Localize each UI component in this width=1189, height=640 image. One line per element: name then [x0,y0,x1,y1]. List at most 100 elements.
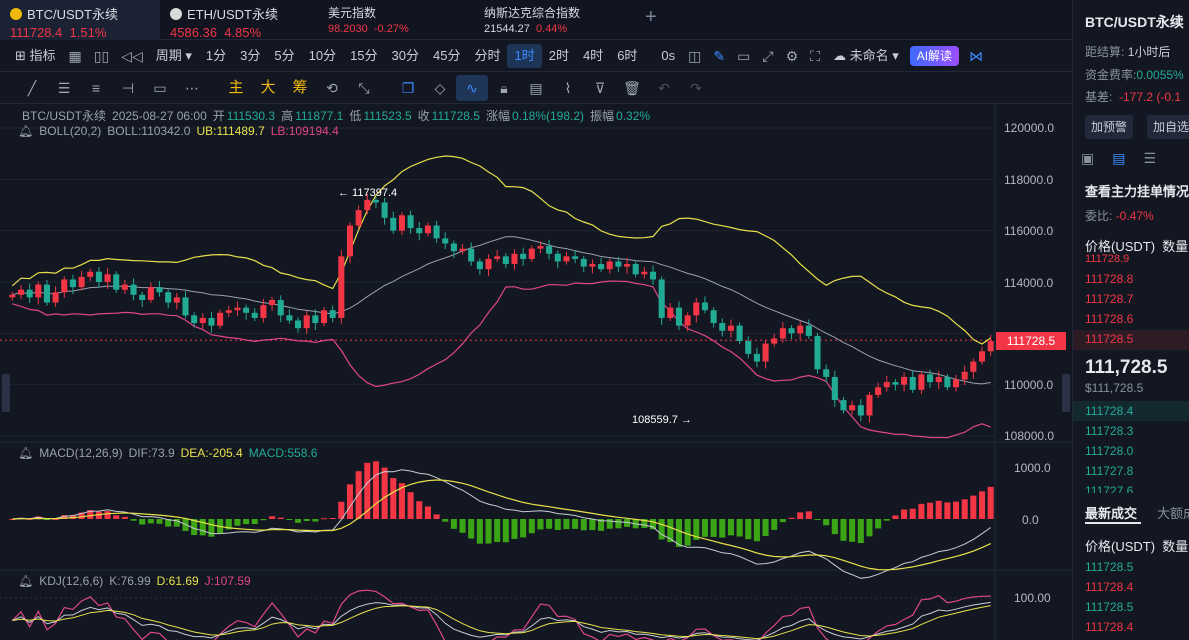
low-value: 111523.5 [363,109,412,123]
interval-2h[interactable]: 2时 [542,44,576,68]
main-force-button[interactable]: 主 [220,75,252,101]
left-scroll-handle[interactable] [2,374,10,412]
share-icon[interactable]: ⋈ [963,44,989,68]
fib-lines-icon[interactable]: ≡ [80,75,112,101]
trash-icon[interactable]: 🗑︎ [616,75,648,101]
bid-row[interactable]: 111727.8 [1085,464,1133,478]
candle-body [442,238,449,244]
boll-legend: 🔔︎ BOLL(20,2) BOLL:110342.0 UB:111489.7 LB:1… [18,124,345,138]
close-value: 111728.5 [431,109,480,123]
depth-title[interactable]: 查看主力挂单情况 [1085,181,1189,200]
magnet-icon[interactable]: ∿ [456,74,488,101]
right-scroll-handle[interactable] [1062,374,1070,412]
interval-0s[interactable]: 0s [654,44,682,68]
interval-15m[interactable]: 15分 [343,44,384,68]
interval-30m[interactable]: 30分 [385,44,426,68]
tab-usd-index[interactable]: 美元指数 98.2030 -0.27% [318,0,468,40]
period-dropdown[interactable]: 周期 ▾ [149,44,199,68]
book-list-icon[interactable]: ☰ [1143,150,1174,166]
trendline-icon[interactable]: ╱ [16,75,48,101]
bid-row[interactable]: 111728.4 [1085,404,1133,418]
interval-timeline[interactable]: 分时 [467,44,507,68]
redo-icon[interactable]: ↷ [680,75,712,101]
rectangle-icon[interactable]: ▭ [144,75,176,101]
measure-icon[interactable]: ⤡ [348,75,380,101]
large-order-button[interactable]: 大 [252,75,284,101]
ai-analysis-button[interactable]: AI解读 [909,45,960,66]
candle-body [165,292,172,303]
candle-body [788,328,795,334]
fullscreen-alt-icon[interactable]: ⤢ [756,44,779,68]
candle-body [104,274,111,282]
book-both-icon[interactable]: ▣ [1081,150,1112,166]
undo-icon[interactable]: ↶ [648,75,680,101]
macd-histogram-bar [554,519,561,531]
layout-name-dropdown[interactable]: ☁ 未命名 ▾ [826,44,906,68]
bid-row[interactable]: 111728.3 [1085,424,1133,438]
interval-3m[interactable]: 3分 [233,44,267,68]
bid-row[interactable]: 111728.0 [1085,444,1133,458]
copy-icon[interactable]: ❐ [392,75,424,101]
candle-body [719,323,726,331]
bell-icon[interactable]: 🔔︎ [18,574,33,588]
rewind-icon[interactable]: ◁◁ [115,44,149,68]
candle-body [745,341,752,354]
expand-icon[interactable]: ⛶ [804,44,826,68]
trades-header: 价格(USDT) 数量 [1085,536,1188,555]
interval-10m[interactable]: 10分 [302,44,343,68]
interval-5m[interactable]: 5分 [267,44,301,68]
eraser-icon[interactable]: ◇ [424,75,456,101]
ask-row[interactable]: 111728.8 [1085,272,1133,286]
candle-body [61,279,68,293]
candle-body [147,287,154,300]
ask-row[interactable]: 111728.5 [1085,332,1133,346]
sync-icon[interactable]: ⟲ [316,75,348,101]
ask-row[interactable]: 111728.7 [1085,292,1133,306]
more-icon[interactable]: ⋯ [176,75,208,101]
tab-eth-usdt[interactable]: ETH/USDT永续 4586.36 4.85% [160,0,310,40]
bid-row[interactable]: 111727.6 [1085,484,1133,493]
calendar-icon[interactable]: ▦ [63,44,88,68]
settings-icon[interactable]: ⚙ [780,44,805,68]
interval-1m[interactable]: 1分 [199,44,233,68]
macd-histogram-bar [442,519,449,522]
last-price-tag: 111728.5 [996,332,1066,350]
brush-icon[interactable]: ⌇ [552,75,584,101]
chat-icon[interactable]: ▭ [731,44,756,68]
macd-histogram-bar [381,467,388,519]
macd-histogram-bar [234,519,241,526]
indicators-button[interactable]: ⊞ 指标 [8,44,63,68]
big-orders-tab[interactable]: 大额成 [1157,503,1189,522]
bell-icon[interactable]: 🔔︎ [18,446,33,460]
add-tab-icon[interactable]: + [645,6,657,29]
add-favorite-button[interactable]: 加自选 [1147,115,1189,139]
add-alert-button[interactable]: 加预警 [1085,115,1134,139]
notes-icon[interactable]: ▤ [520,75,552,101]
layout-icon[interactable]: ▯▯ [88,44,115,68]
interval-6h[interactable]: 6时 [610,44,644,68]
ask-row[interactable]: 111728.9 [1085,253,1129,265]
camera-icon[interactable]: ◫ [682,44,707,68]
change-label: 涨幅 [485,109,510,123]
parallel-lines-icon[interactable]: ☰ [48,75,80,101]
candle-body [251,312,258,318]
tab-btc-usdt[interactable]: BTC/USDT永续 111728.4 1.51% [0,0,160,40]
interval-4h[interactable]: 4时 [576,44,610,68]
interval-45m[interactable]: 45分 [426,44,467,68]
kdj-j: J:107.59 [204,574,251,588]
interval-1h[interactable]: 1时 [507,43,542,68]
bell-icon[interactable]: 🔔︎ [18,124,33,138]
filter-icon[interactable]: ⊽ [584,75,616,101]
tab-nasdaq[interactable]: 纳斯达克综合指数 21544.27 0.44% [474,0,634,40]
chart-area[interactable]: BTC/USDT永续 2025-08-27 06:00 开 111530.3 高 1118… [0,104,1072,640]
trades-tab[interactable]: 最新成交 [1085,503,1137,522]
horizontal-line-icon[interactable]: ⊣ [112,75,144,101]
chip-button[interactable]: 筹 [284,75,316,101]
market-tabs-bar: BTC/USDT永续 111728.4 1.51% ETH/USDT永续 458… [0,0,1072,40]
price-chart-svg[interactable] [0,104,1072,640]
ask-row[interactable]: 111728.6 [1085,312,1133,326]
book-asks-icon[interactable]: ▤ [1112,150,1143,166]
lock-icon[interactable]: 🔒︎ [488,75,520,101]
macd-dea: DEA:-205.4 [180,446,243,460]
pen-icon[interactable]: ✎ [707,44,731,68]
